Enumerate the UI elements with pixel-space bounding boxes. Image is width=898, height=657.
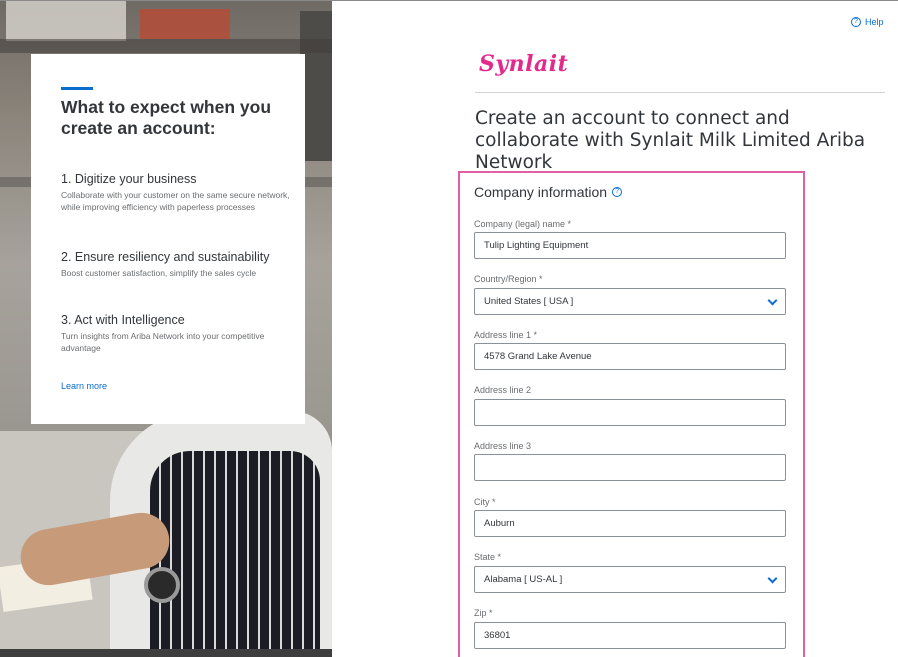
accent-bar	[61, 87, 93, 90]
learn-more-link[interactable]: Learn more	[61, 381, 107, 391]
page-frame: What to expect when you create an accoun…	[0, 0, 898, 657]
address3-input[interactable]	[474, 454, 786, 481]
info-card: What to expect when you create an accoun…	[31, 54, 305, 424]
chevron-down-icon	[767, 295, 778, 306]
address2-label: Address line 2	[474, 385, 532, 395]
info-card-title: What to expect when you create an accoun…	[61, 97, 272, 138]
company-name-label: Company (legal) name *	[474, 219, 572, 229]
company-name-input[interactable]: Tulip Lighting Equipment	[474, 232, 786, 259]
state-value: Alabama [ US-AL ]	[484, 574, 563, 585]
info-item-intelligence: 3. Act with Intelligence Turn insights f…	[61, 313, 296, 354]
info-item-resiliency: 2. Ensure resiliency and sustainability …	[61, 250, 296, 279]
info-item-heading: 2. Ensure resiliency and sustainability	[61, 250, 270, 264]
country-select[interactable]: United States [ USA ]	[474, 288, 786, 315]
zip-label: Zip *	[474, 608, 493, 618]
info-help-icon[interactable]: ?	[612, 187, 623, 197]
country-value: United States [ USA ]	[484, 296, 574, 307]
page-headline: Create an account to connect and collabo…	[475, 108, 866, 173]
info-item-text: Boost customer satisfaction, simplify th…	[61, 268, 257, 278]
synlait-logo: Synlait	[479, 51, 569, 77]
header-divider	[475, 92, 885, 93]
info-item-text: Turn insights from Ariba Network into yo…	[61, 331, 265, 353]
section-title-text: Company information	[474, 184, 608, 200]
address2-input[interactable]	[474, 399, 786, 426]
section-title: Company information ?	[474, 184, 623, 200]
info-item-heading: 3. Act with Intelligence	[61, 313, 185, 327]
address1-label: Address line 1 *	[474, 330, 538, 340]
help-link[interactable]: ? Help	[851, 17, 884, 27]
help-icon: ?	[851, 17, 861, 27]
state-label: State *	[474, 552, 502, 562]
help-label: Help	[865, 17, 884, 27]
state-select[interactable]: Alabama [ US-AL ]	[474, 566, 786, 593]
address1-input[interactable]: 4578 Grand Lake Avenue	[474, 343, 786, 370]
address3-label: Address line 3	[474, 441, 532, 451]
chevron-down-icon	[767, 573, 778, 584]
info-item-digitize: 1. Digitize your business Collaborate wi…	[61, 172, 296, 213]
info-item-text: Collaborate with your customer on the sa…	[61, 190, 290, 212]
city-label: City *	[474, 497, 496, 507]
zip-input[interactable]: 36801	[474, 622, 786, 649]
city-input[interactable]: Auburn	[474, 510, 786, 537]
info-item-heading: 1. Digitize your business	[61, 172, 197, 186]
country-label: Country/Region *	[474, 274, 543, 284]
